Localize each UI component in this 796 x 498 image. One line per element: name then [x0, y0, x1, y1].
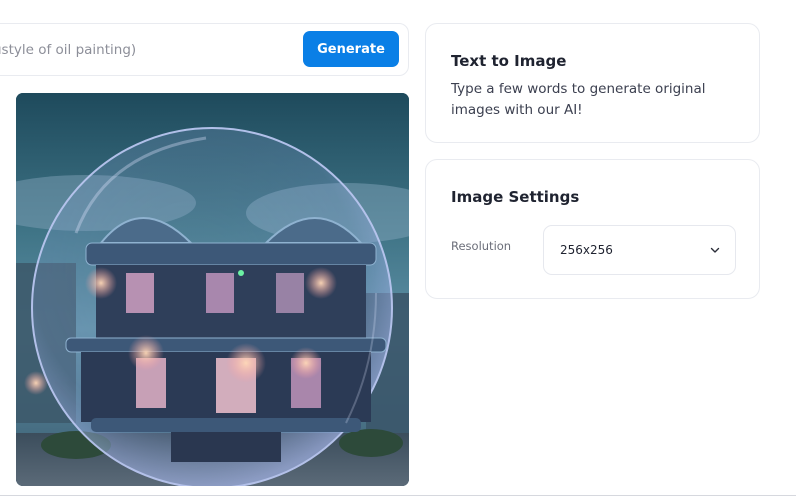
- bubble-house-illustration: [16, 93, 409, 486]
- generated-image: [16, 93, 409, 486]
- page: Generate: [0, 0, 796, 498]
- text-to-image-title: Text to Image: [451, 52, 567, 70]
- prompt-bar: Generate: [0, 23, 409, 76]
- chevron-down-icon: [709, 244, 721, 256]
- resolution-label: Resolution: [451, 239, 512, 253]
- image-settings-title: Image Settings: [451, 188, 580, 206]
- bottom-divider: [0, 495, 796, 496]
- image-settings-card: Image Settings Resolution 256x256: [425, 159, 760, 299]
- text-to-image-card: Text to Image Type a few words to genera…: [425, 23, 760, 143]
- text-to-image-description: Type a few words to generate original im…: [451, 81, 706, 118]
- resolution-select[interactable]: 256x256: [543, 225, 736, 275]
- resolution-value: 256x256: [560, 243, 613, 257]
- generate-button[interactable]: Generate: [303, 31, 399, 67]
